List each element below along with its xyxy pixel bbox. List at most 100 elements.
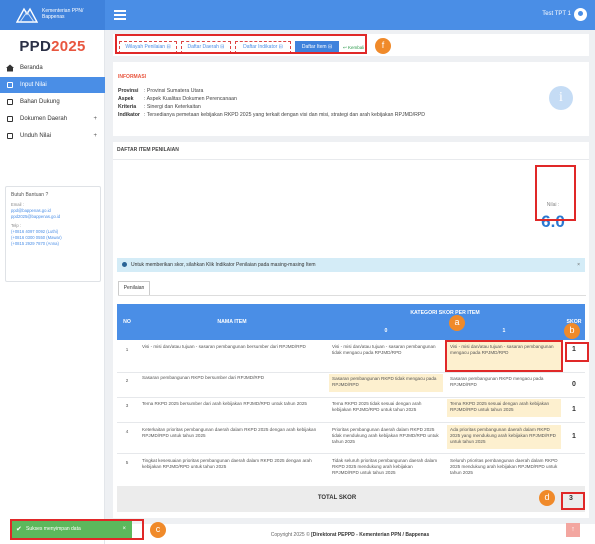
monitor-icon bbox=[7, 133, 13, 139]
row-nama: Tema RKPD 2025 bersumber dari arah kebij… bbox=[142, 401, 307, 406]
total-row: TOTAL SKOR 3 bbox=[117, 486, 585, 512]
sidebar-item-dokumen-daerah[interactable]: Dokumen Daerah + bbox=[0, 111, 105, 127]
row-skor: 1 bbox=[572, 433, 576, 440]
sidebar-item-label: Beranda bbox=[20, 65, 43, 71]
logo-text: Kementerian PPN/ Bappenas bbox=[42, 8, 84, 20]
expand-plus-icon[interactable]: + bbox=[93, 111, 97, 127]
total-value: 3 bbox=[569, 495, 573, 502]
sidebar-item-input-nilai[interactable]: Input Nilai bbox=[0, 77, 105, 93]
card-title: DAFTAR ITEM PENILAIAN bbox=[117, 147, 179, 153]
folder-icon bbox=[7, 116, 13, 122]
row-no: 2 bbox=[125, 378, 129, 383]
callout-b: b bbox=[564, 323, 580, 339]
bappenas-logo-icon bbox=[16, 7, 38, 23]
brand-prefix: PPD bbox=[19, 38, 52, 55]
row-divider bbox=[117, 397, 585, 398]
close-icon[interactable]: × bbox=[577, 258, 580, 272]
sidebar-item-label: Dokumen Daerah bbox=[20, 116, 68, 122]
tab-daftar-indikator[interactable]: Daftar Indikator ⊟ bbox=[235, 41, 291, 54]
score-label: Nilai : bbox=[546, 202, 560, 208]
col-header-score-0: 0 bbox=[327, 322, 445, 340]
top-navbar: Kementerian PPN/ Bappenas Test TPT 1 bbox=[0, 0, 595, 30]
alert-text: Untuk memberikan skor, silahkan Klik Ind… bbox=[131, 262, 316, 268]
row-nama: Keterkaitan prioritas pembangunan daerah… bbox=[142, 427, 317, 438]
row-kategori-0[interactable]: Tema RKPD 2025 tidak sesuai dengan arah … bbox=[329, 399, 443, 415]
row-no: 1 bbox=[125, 347, 129, 352]
row-kategori-0-selected[interactable]: Sasaran pembangunan RKPD tidak mengacu p… bbox=[329, 374, 443, 392]
tab-wilayah-penilaian[interactable]: Wilayah Penilaian ⊟ bbox=[119, 41, 177, 54]
row-skor: 0 bbox=[572, 381, 576, 388]
callout-c: c bbox=[150, 522, 166, 538]
info-alert: Untuk memberikan skor, silahkan Klik Ind… bbox=[117, 258, 585, 272]
footer: Copyright 2025 © [Direktorat PEPPD - Kem… bbox=[105, 524, 595, 544]
expand-plus-icon[interactable]: + bbox=[93, 128, 97, 144]
row-kategori-0[interactable]: Visi - misi dan/atau tujuan - sasaran pe… bbox=[329, 342, 443, 370]
user-name[interactable]: Test TPT 1 bbox=[542, 11, 571, 17]
success-toast: ✔ Sukses menyimpan data × bbox=[12, 521, 132, 538]
sidebar-item-label: Unduh Nilai bbox=[20, 133, 52, 139]
check-icon: ✔ bbox=[16, 526, 22, 533]
col-header-no: NO bbox=[117, 304, 137, 340]
row-no: 3 bbox=[125, 403, 129, 408]
info-card: INFORMASI Provinsi: Provinsi Sumatera Ut… bbox=[113, 62, 589, 136]
item-card: DAFTAR ITEM PENILAIAN Nilai : 6.0 Untuk … bbox=[113, 142, 589, 518]
input-icon bbox=[7, 82, 13, 88]
help-box: Butuh Bantuan ? Email : ppd@bappenas.go.… bbox=[5, 186, 101, 282]
row-kategori-1-selected[interactable]: Visi - misi dan/atau tujuan - sasaran pe… bbox=[447, 342, 561, 370]
row-kategori-1[interactable]: Seluruh prioritas pembangunan daerah dal… bbox=[447, 456, 561, 478]
row-no: 4 bbox=[125, 429, 129, 434]
row-divider bbox=[117, 453, 585, 454]
callout-f: f bbox=[375, 38, 391, 54]
tab-penilaian[interactable]: Penilaian bbox=[118, 281, 150, 295]
col-header-nama: NAMA ITEM bbox=[137, 304, 327, 340]
document-icon bbox=[7, 99, 13, 105]
row-nama: Sasaran pembangunan RKPD bersumber dari … bbox=[142, 375, 265, 380]
row-kategori-0[interactable]: Tidak seluruh prioritas pembangunan daer… bbox=[329, 456, 443, 478]
home-icon bbox=[6, 64, 14, 72]
col-header-kategori: KATEGORI SKOR PER ITEM bbox=[327, 304, 563, 322]
row-kategori-1-selected[interactable]: Tema RKPD 2025 sesuai dengan arah kebija… bbox=[447, 399, 561, 417]
sidebar-item-bahan-dukung[interactable]: Bahan Dukung bbox=[0, 94, 105, 110]
menu-toggle-icon[interactable] bbox=[114, 10, 126, 20]
row-no: 5 bbox=[125, 460, 129, 465]
info-indikator: Indikator: Tersedianya pemetaan kebijaka… bbox=[118, 112, 426, 118]
brand-title: PPD2025 bbox=[0, 38, 105, 55]
scroll-top-button[interactable]: ↑ bbox=[566, 523, 580, 537]
sidebar-item-unduh-nilai[interactable]: Unduh Nilai + bbox=[0, 128, 105, 144]
row-skor bbox=[563, 462, 585, 466]
help-title: Butuh Bantuan ? bbox=[11, 192, 49, 198]
row-kategori-1-selected[interactable]: Ada prioritas pembangunan daerah dalam R… bbox=[447, 425, 561, 449]
total-label: TOTAL SKOR bbox=[317, 495, 357, 501]
info-icon: i bbox=[549, 86, 573, 110]
breadcrumb-tabs: Wilayah Penilaian ⊟ Daftar Daerah ⊟ Daft… bbox=[113, 34, 589, 56]
info-kriteria: Kriteria: Sinergi dan Keterkaitan bbox=[118, 104, 201, 110]
row-skor: 1 bbox=[572, 406, 576, 413]
info-aspek: Aspek: Aspek Kualitas Dokumen Perencanaa… bbox=[118, 96, 237, 102]
sidebar-item-beranda[interactable]: Beranda bbox=[0, 60, 105, 76]
toast-close-icon[interactable]: × bbox=[122, 521, 126, 538]
row-kategori-1[interactable]: Sasaran pembangunan RKPD mengacu pada RP… bbox=[447, 374, 561, 390]
row-skor: 1 bbox=[572, 346, 576, 353]
row-divider bbox=[117, 422, 585, 423]
sidebar-item-label: Input Nilai bbox=[20, 82, 47, 88]
row-nama: Visi - misi dan/atau tujuan - sasaran pe… bbox=[142, 344, 306, 349]
help-email-link[interactable]: ppd2025@bappenas.go.id bbox=[11, 214, 95, 220]
help-phone[interactable]: (+0815 2929 7870 (Anna) bbox=[11, 241, 95, 247]
logo-area[interactable]: Kementerian PPN/ Bappenas bbox=[0, 0, 105, 30]
callout-d: d bbox=[539, 490, 555, 506]
user-avatar-icon[interactable] bbox=[574, 8, 587, 21]
sidebar: PPD2025 Beranda Input Nilai Bahan Dukung… bbox=[0, 30, 105, 544]
main-content: Wilayah Penilaian ⊟ Daftar Daerah ⊟ Daft… bbox=[105, 30, 595, 544]
tab-divider bbox=[118, 295, 586, 296]
back-button[interactable]: ↩ Kembali bbox=[343, 45, 364, 51]
info-provinsi: Provinsi: Provinsi Sumatera Utara bbox=[118, 88, 204, 94]
tab-daftar-daerah[interactable]: Daftar Daerah ⊟ bbox=[181, 41, 231, 54]
callout-a: a bbox=[449, 315, 465, 331]
footer-org: [Direktorat PEPPD - Kementerian PPN / Ba… bbox=[311, 532, 430, 538]
sidebar-item-label: Bahan Dukung bbox=[20, 99, 60, 105]
footer-copyright: Copyright 2025 © bbox=[270, 532, 312, 538]
row-kategori-0[interactable]: Prioritas pembangunan daerah dalam RKPD … bbox=[329, 425, 443, 447]
brand-year: 2025 bbox=[51, 38, 86, 55]
tab-daftar-item[interactable]: Daftar Item ⊟ bbox=[295, 41, 339, 54]
info-circle-icon bbox=[122, 262, 127, 267]
